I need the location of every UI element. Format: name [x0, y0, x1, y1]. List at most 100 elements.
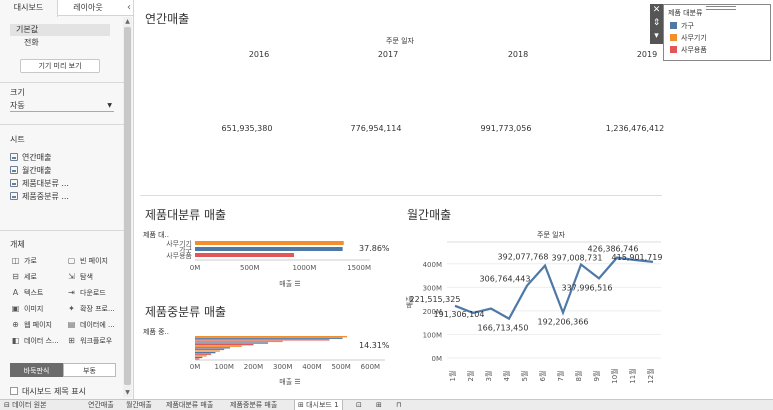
tab-subcategory-sales[interactable]: 제품중분류 매출 — [230, 400, 277, 410]
x-tick-label: 10월 — [610, 368, 619, 383]
x-tick-label: 12월 — [646, 368, 655, 383]
x-tick-label: 9월 — [592, 371, 601, 382]
bar — [195, 353, 212, 355]
bar — [195, 336, 347, 338]
point-label: 221,515,325 — [410, 295, 461, 304]
blank-icon: ▢ — [67, 256, 76, 265]
bar — [195, 352, 216, 354]
legend-item-furniture[interactable]: 가구 — [670, 21, 694, 31]
legend-swatch — [670, 46, 677, 53]
percent-label: 37.86% — [359, 244, 390, 253]
object-horizontal[interactable]: ◫ 가로 — [10, 255, 37, 266]
drag-handle-icon[interactable] — [706, 6, 736, 10]
tab-dashboard-1[interactable]: ⊞ 대시보드 1 — [294, 400, 343, 410]
scroll-down-icon[interactable]: ▼ — [123, 388, 132, 397]
legend-swatch — [670, 22, 677, 29]
object-text[interactable]: A 텍스트 — [10, 287, 44, 298]
legend-controls: ✕ ⇕ ▾ — [650, 4, 663, 44]
x-tick-label: 2월 — [466, 371, 475, 382]
year-label: 2018 — [508, 50, 528, 59]
size-select[interactable]: 자동 ▼ — [10, 100, 114, 112]
tab-annual-sales[interactable]: 연간매출 — [88, 400, 114, 410]
tiled-toggle[interactable]: 바둑판식 — [10, 363, 63, 377]
new-dashboard-icon[interactable]: ⊞ — [376, 400, 382, 410]
sheet-item-subcategory[interactable]: 제품중분류 ... — [10, 191, 69, 202]
device-preview-button[interactable]: 기기 미리 보기 — [20, 59, 100, 73]
point-label: 191,306,104 — [434, 310, 485, 319]
bar — [195, 253, 294, 257]
legend-item-office-machine[interactable]: 사무기기 — [670, 33, 707, 43]
x-tick-label: 100M — [215, 363, 234, 371]
size-heading: 크기 — [10, 88, 25, 97]
color-legend[interactable]: 제품 대분류 가구 사무기기 사무용품 — [663, 4, 771, 61]
scrollbar-thumb[interactable] — [124, 27, 131, 385]
object-workflow[interactable]: ⊞ 워크플로우 — [66, 335, 112, 346]
sales-line — [454, 256, 654, 321]
x-tick-label: 500M — [240, 264, 259, 272]
subcategory-sales-chart[interactable]: 제품 중.. 14.31% 0M 100M 200M 300M 400M 500M 600M 매출… — [135, 323, 395, 389]
data-source-tab[interactable]: ⊟ 데이터 원본 — [4, 400, 47, 410]
point-label: 415,901,719 — [612, 253, 663, 262]
x-tick-label: 1000M — [292, 264, 316, 272]
tab-dashboard[interactable]: 대시보드 — [0, 0, 58, 17]
close-icon[interactable]: ✕ — [650, 4, 663, 16]
floating-toggle[interactable]: 부동 — [63, 363, 116, 377]
object-vertical[interactable]: ⊟ 세로 — [10, 271, 37, 282]
sheet-item-annual[interactable]: 연간매출 — [10, 152, 51, 163]
x-tick-label: 5월 — [520, 371, 529, 382]
legend-item-office-supply[interactable]: 사무용품 — [670, 45, 707, 55]
category-sales-chart[interactable]: 제품 대..사무기기가구사무용품37.86%0M 500M 1000M 1500M매출… — [135, 226, 395, 292]
sheet-item-monthly[interactable]: 월간매출 — [10, 165, 51, 176]
x-tick-label: 8월 — [574, 371, 583, 382]
y-tick-label: 100M — [423, 331, 442, 339]
sheet-item-category[interactable]: 제품대분류 ... — [10, 178, 69, 189]
bar — [195, 247, 343, 251]
monthly-sales-chart[interactable]: 주문 일자0M100M200M300M400M매출221,515,325191,… — [403, 226, 665, 396]
image-icon: ▣ — [11, 304, 20, 313]
bar — [195, 344, 254, 346]
annual-sales-table[interactable]: 주문 일자 2016 651,935,380 2017 776,954,114 2018 9… — [135, 32, 665, 197]
scroll-up-icon[interactable]: ▲ — [123, 17, 132, 26]
object-data-story[interactable]: ▤ 데이터에 ... — [66, 319, 115, 330]
tab-monthly-sales[interactable]: 월간매출 — [126, 400, 152, 410]
bar — [195, 342, 269, 344]
x-tick-label: 11월 — [628, 368, 637, 383]
year-label: 2016 — [249, 50, 269, 59]
bar — [195, 348, 225, 351]
object-web-page[interactable]: ⊕ 웹 페이지 — [10, 319, 52, 330]
more-icon[interactable]: ▾ — [650, 30, 663, 42]
point-label: 166,713,450 — [478, 324, 529, 333]
new-story-icon[interactable]: ⊓ — [396, 400, 401, 410]
data-story-icon: ▤ — [67, 320, 76, 329]
point-label: 392,077,768 — [498, 253, 549, 262]
tab-layout[interactable]: 레이아웃 — [60, 0, 116, 16]
year-label: 2019 — [637, 50, 657, 59]
object-download[interactable]: ⇥ 다운로드 — [66, 287, 106, 298]
objects-heading: 개체 — [10, 240, 25, 249]
object-navigation[interactable]: ⇲ 탐색 — [66, 271, 93, 282]
sheet-icon — [10, 192, 18, 200]
sheet-icon — [10, 153, 18, 161]
object-blank[interactable]: ▢ 빈 페이지 — [66, 255, 108, 266]
new-worksheet-icon[interactable]: ⊡ — [356, 400, 362, 410]
row-header: 제품 중.. — [143, 328, 169, 336]
bar — [195, 337, 343, 339]
subcategory-sales-title: 제품중분류 매출 — [145, 305, 227, 319]
side-panel-scrollbar[interactable]: ▲ ▼ — [123, 17, 132, 397]
x-tick-label: 7월 — [556, 371, 565, 382]
object-data-guide[interactable]: ◧ 데이터 스... — [10, 335, 59, 346]
device-default[interactable]: 기본값 — [10, 24, 110, 36]
show-title-checkbox[interactable]: 대시보드 제목 표시 — [10, 386, 86, 397]
chevron-left-icon[interactable]: ‹ — [127, 2, 131, 14]
object-extension[interactable]: ✦ 확장 프로... — [66, 303, 115, 314]
sheet-icon — [10, 179, 18, 187]
object-image[interactable]: ▣ 이미지 — [10, 303, 44, 314]
device-phone[interactable]: 전화 — [10, 37, 110, 49]
navigation-icon: ⇲ — [68, 272, 75, 281]
database-icon: ⊟ — [4, 401, 13, 409]
pin-icon[interactable]: ⇕ — [650, 17, 663, 29]
x-tick-label: 6월 — [538, 371, 547, 382]
tab-category-sales[interactable]: 제품대분류 매출 — [166, 400, 213, 410]
column-header: 주문 일자 — [386, 36, 415, 45]
caret-down-icon: ▼ — [107, 102, 112, 109]
